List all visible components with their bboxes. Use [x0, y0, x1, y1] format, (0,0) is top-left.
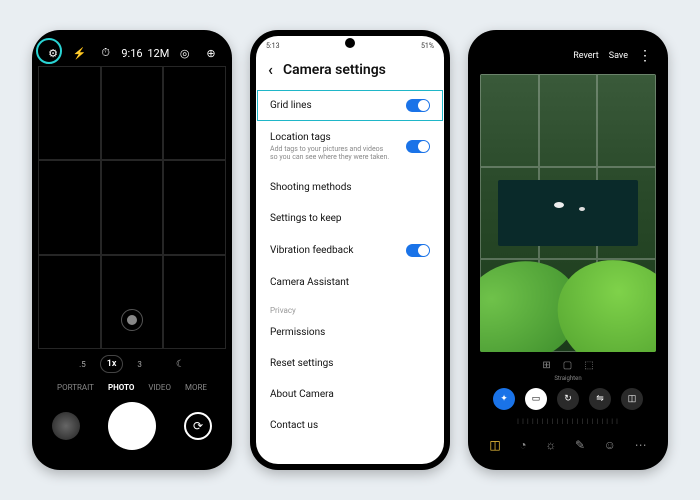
zoom-tele[interactable]: 3: [137, 360, 142, 369]
row-grid-lines[interactable]: Grid lines: [256, 89, 444, 122]
settings-header: ‹ Camera settings: [256, 52, 444, 89]
auto-enhance-button[interactable]: ✦: [493, 388, 515, 410]
free-crop-icon[interactable]: ⊞: [542, 360, 550, 371]
filter-icon[interactable]: ⊕: [204, 46, 218, 60]
zoom-selector: .5 1x 3 ☾: [38, 349, 226, 379]
camera-viewfinder[interactable]: [38, 66, 226, 349]
grid-lines-toggle[interactable]: [406, 99, 430, 112]
aspect-custom-icon[interactable]: ⬚: [584, 360, 593, 371]
shooting-methods-label: Shooting methods: [270, 182, 352, 193]
back-icon[interactable]: ‹: [268, 60, 273, 79]
row-vibration-feedback[interactable]: Vibration feedback: [256, 234, 444, 267]
pond-water: [498, 180, 639, 247]
grid-lines-label: Grid lines: [270, 100, 312, 111]
vibration-feedback-label: Vibration feedback: [270, 245, 353, 256]
rotate-button[interactable]: ↻: [557, 388, 579, 410]
row-camera-assistant[interactable]: Camera Assistant: [256, 267, 444, 298]
mode-video[interactable]: VIDEO: [148, 383, 171, 392]
row-settings-to-keep[interactable]: Settings to keep: [256, 203, 444, 234]
crop-aspect-row: ⊞ ▢ ⬚: [474, 356, 662, 373]
row-location-tags[interactable]: Location tags Add tags to your pictures …: [256, 122, 444, 172]
perspective-button[interactable]: ◫: [621, 388, 643, 410]
gallery-thumbnail[interactable]: [52, 412, 80, 440]
phone-editor: Revert Save ⋮ ⊞ ▢ ⬚ Straighten ✦ ▭ ↻ ⇋ ◫: [468, 30, 668, 470]
contact-us-label: Contact us: [270, 420, 318, 431]
phone-camera: ⚙ ⚡ ⏱ 9:16 12M ◎ ⊕ .5 1x 3 ☾ PORTRAIT PH…: [32, 30, 232, 470]
aspect-ratio[interactable]: 9:16: [125, 46, 139, 60]
zoom-main[interactable]: 1x: [100, 355, 124, 373]
row-contact-us[interactable]: Contact us: [256, 410, 444, 441]
tab-sticker-icon[interactable]: ☺: [604, 438, 616, 452]
page-title: Camera settings: [283, 62, 386, 78]
aspect-1-1-icon[interactable]: ▢: [563, 360, 572, 371]
row-shooting-methods[interactable]: Shooting methods: [256, 172, 444, 203]
location-tags-sub: Add tags to your pictures and videos so …: [270, 145, 390, 162]
row-permissions[interactable]: Permissions: [256, 317, 444, 348]
zoom-wide[interactable]: .5: [79, 360, 86, 369]
settings-list[interactable]: Grid lines Location tags Add tags to you…: [256, 89, 444, 464]
editor-preview[interactable]: [480, 74, 656, 352]
camera-punch-hole: [563, 38, 573, 48]
settings-screen: 5:13 51% ‹ Camera settings Grid lines Lo…: [256, 36, 444, 464]
mode-photo[interactable]: PHOTO: [108, 383, 134, 392]
straighten-label: Straighten: [474, 373, 662, 384]
megapixel-icon[interactable]: 12M: [151, 46, 165, 60]
row-about-camera[interactable]: About Camera: [256, 379, 444, 410]
vibration-feedback-toggle[interactable]: [406, 244, 430, 257]
straighten-slider[interactable]: | | | | | | | | | | | | | | | | | | | | …: [474, 414, 662, 428]
camera-screen: ⚙ ⚡ ⏱ 9:16 12M ◎ ⊕ .5 1x 3 ☾ PORTRAIT PH…: [38, 36, 226, 464]
settings-highlight-ring: [36, 38, 62, 64]
tab-crop-icon[interactable]: ◫: [489, 438, 500, 452]
night-mode-icon[interactable]: ☾: [176, 359, 185, 370]
motion-photo-icon[interactable]: ◎: [178, 46, 192, 60]
tab-adjust-icon[interactable]: ☼: [545, 438, 556, 452]
more-icon[interactable]: ⋮: [638, 48, 652, 64]
location-tags-label: Location tags: [270, 132, 390, 143]
camera-assistant-label: Camera Assistant: [270, 277, 349, 288]
about-camera-label: About Camera: [270, 389, 334, 400]
editor-screen: Revert Save ⋮ ⊞ ▢ ⬚ Straighten ✦ ▭ ↻ ⇋ ◫: [474, 36, 662, 464]
focus-indicator: [121, 309, 143, 331]
shutter-button[interactable]: [108, 402, 156, 450]
crop-tool-button[interactable]: ▭: [525, 388, 547, 410]
status-battery: 51%: [421, 42, 434, 50]
flip-button[interactable]: ⇋: [589, 388, 611, 410]
camera-punch-hole: [127, 38, 137, 48]
editor-bottom-tabs: ◫ ◔ ☼ ✎ ☺ ⋯: [474, 428, 662, 464]
phone-settings: 5:13 51% ‹ Camera settings Grid lines Lo…: [250, 30, 450, 470]
permissions-label: Permissions: [270, 327, 325, 338]
timer-icon[interactable]: ⏱: [99, 46, 113, 60]
mode-portrait[interactable]: PORTRAIT: [57, 383, 94, 392]
flash-icon[interactable]: ⚡: [72, 46, 86, 60]
mode-selector: PORTRAIT PHOTO VIDEO MORE: [38, 379, 226, 394]
swan: [554, 202, 564, 208]
location-tags-toggle[interactable]: [406, 140, 430, 153]
tab-filter-icon[interactable]: ◔: [519, 438, 526, 452]
reset-settings-label: Reset settings: [270, 358, 333, 369]
switch-camera-button[interactable]: ⟳: [184, 412, 212, 440]
transform-tools: ✦ ▭ ↻ ⇋ ◫: [474, 384, 662, 414]
mode-more[interactable]: MORE: [185, 383, 207, 392]
tab-more-icon[interactable]: ⋯: [635, 438, 647, 452]
revert-button[interactable]: Revert: [573, 51, 599, 61]
shutter-row: ⟳: [38, 394, 226, 464]
camera-punch-hole: [345, 38, 355, 48]
section-privacy: Privacy: [256, 298, 444, 317]
tab-draw-icon[interactable]: ✎: [575, 438, 585, 452]
status-time: 5:13: [266, 42, 280, 50]
settings-to-keep-label: Settings to keep: [270, 213, 342, 224]
save-button[interactable]: Save: [609, 51, 628, 61]
row-reset-settings[interactable]: Reset settings: [256, 348, 444, 379]
